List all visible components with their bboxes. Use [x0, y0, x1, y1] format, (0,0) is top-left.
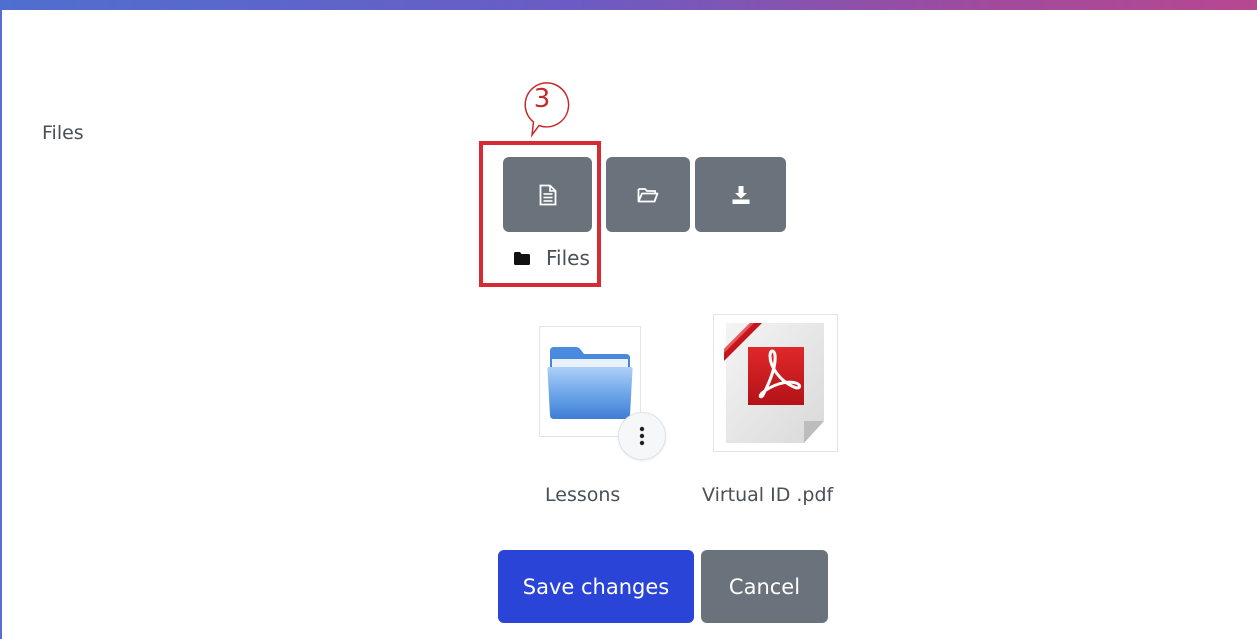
folder-icon — [547, 346, 633, 419]
create-folder-icon — [637, 187, 659, 202]
header-accent-bar — [0, 0, 1257, 10]
download-all-button[interactable] — [695, 157, 786, 232]
pdf-icon — [723, 323, 824, 443]
cancel-button[interactable]: Cancel — [701, 550, 828, 623]
field-label-files: Files — [42, 122, 84, 144]
page-frame — [0, 0, 1257, 639]
file-actions-menu-button[interactable] — [618, 412, 666, 460]
step-highlight-box — [479, 141, 601, 287]
file-tile-virtual-id-pdf[interactable] — [713, 314, 838, 452]
file-name-lessons[interactable]: Lessons — [545, 484, 620, 506]
kebab-menu-icon — [639, 426, 645, 446]
create-folder-button[interactable] — [606, 157, 690, 232]
download-icon — [732, 185, 749, 204]
save-changes-button[interactable]: Save changes — [498, 550, 694, 623]
file-name-virtual-id-pdf[interactable]: Virtual ID .pdf — [702, 484, 833, 506]
step-number: 3 — [533, 84, 551, 114]
